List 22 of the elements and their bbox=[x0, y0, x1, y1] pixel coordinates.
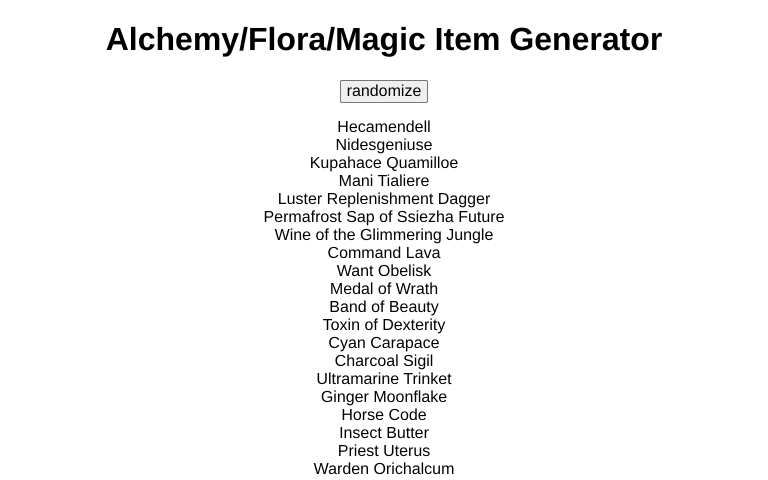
item-name: Charcoal Sigil bbox=[334, 353, 434, 371]
item-name: Priest Uterus bbox=[338, 443, 430, 461]
item-name: Kupahace Quamilloe bbox=[310, 155, 458, 173]
item-name: Luster Replenishment Dagger bbox=[278, 191, 490, 209]
item-name: Nidesgeniuse bbox=[336, 137, 432, 155]
item-name: Horse Code bbox=[341, 407, 427, 425]
item-name: Ginger Moonflake bbox=[320, 389, 448, 407]
randomize-button[interactable]: randomize bbox=[340, 80, 428, 103]
item-name: Want Obelisk bbox=[336, 263, 432, 281]
item-name: Command Lava bbox=[328, 245, 440, 263]
item-name: Mani Tialiere bbox=[338, 173, 430, 191]
item-name: Wine of the Glimmering Jungle bbox=[274, 227, 494, 245]
item-name: Cyan Carapace bbox=[328, 335, 440, 353]
item-name: Toxin of Dexterity bbox=[322, 317, 446, 335]
item-name: Band of Beauty bbox=[329, 299, 439, 317]
item-name: Insect Butter bbox=[339, 425, 429, 443]
item-name: Permafrost Sap of Ssiezha Future bbox=[264, 209, 504, 227]
page-title: Alchemy/Flora/Magic Item Generator bbox=[106, 21, 662, 58]
item-name: Medal of Wrath bbox=[330, 281, 438, 299]
item-name: Ultramarine Trinket bbox=[316, 371, 452, 389]
item-name: Hecamendell bbox=[337, 119, 431, 137]
item-name: Warden Orichalcum bbox=[314, 461, 454, 479]
